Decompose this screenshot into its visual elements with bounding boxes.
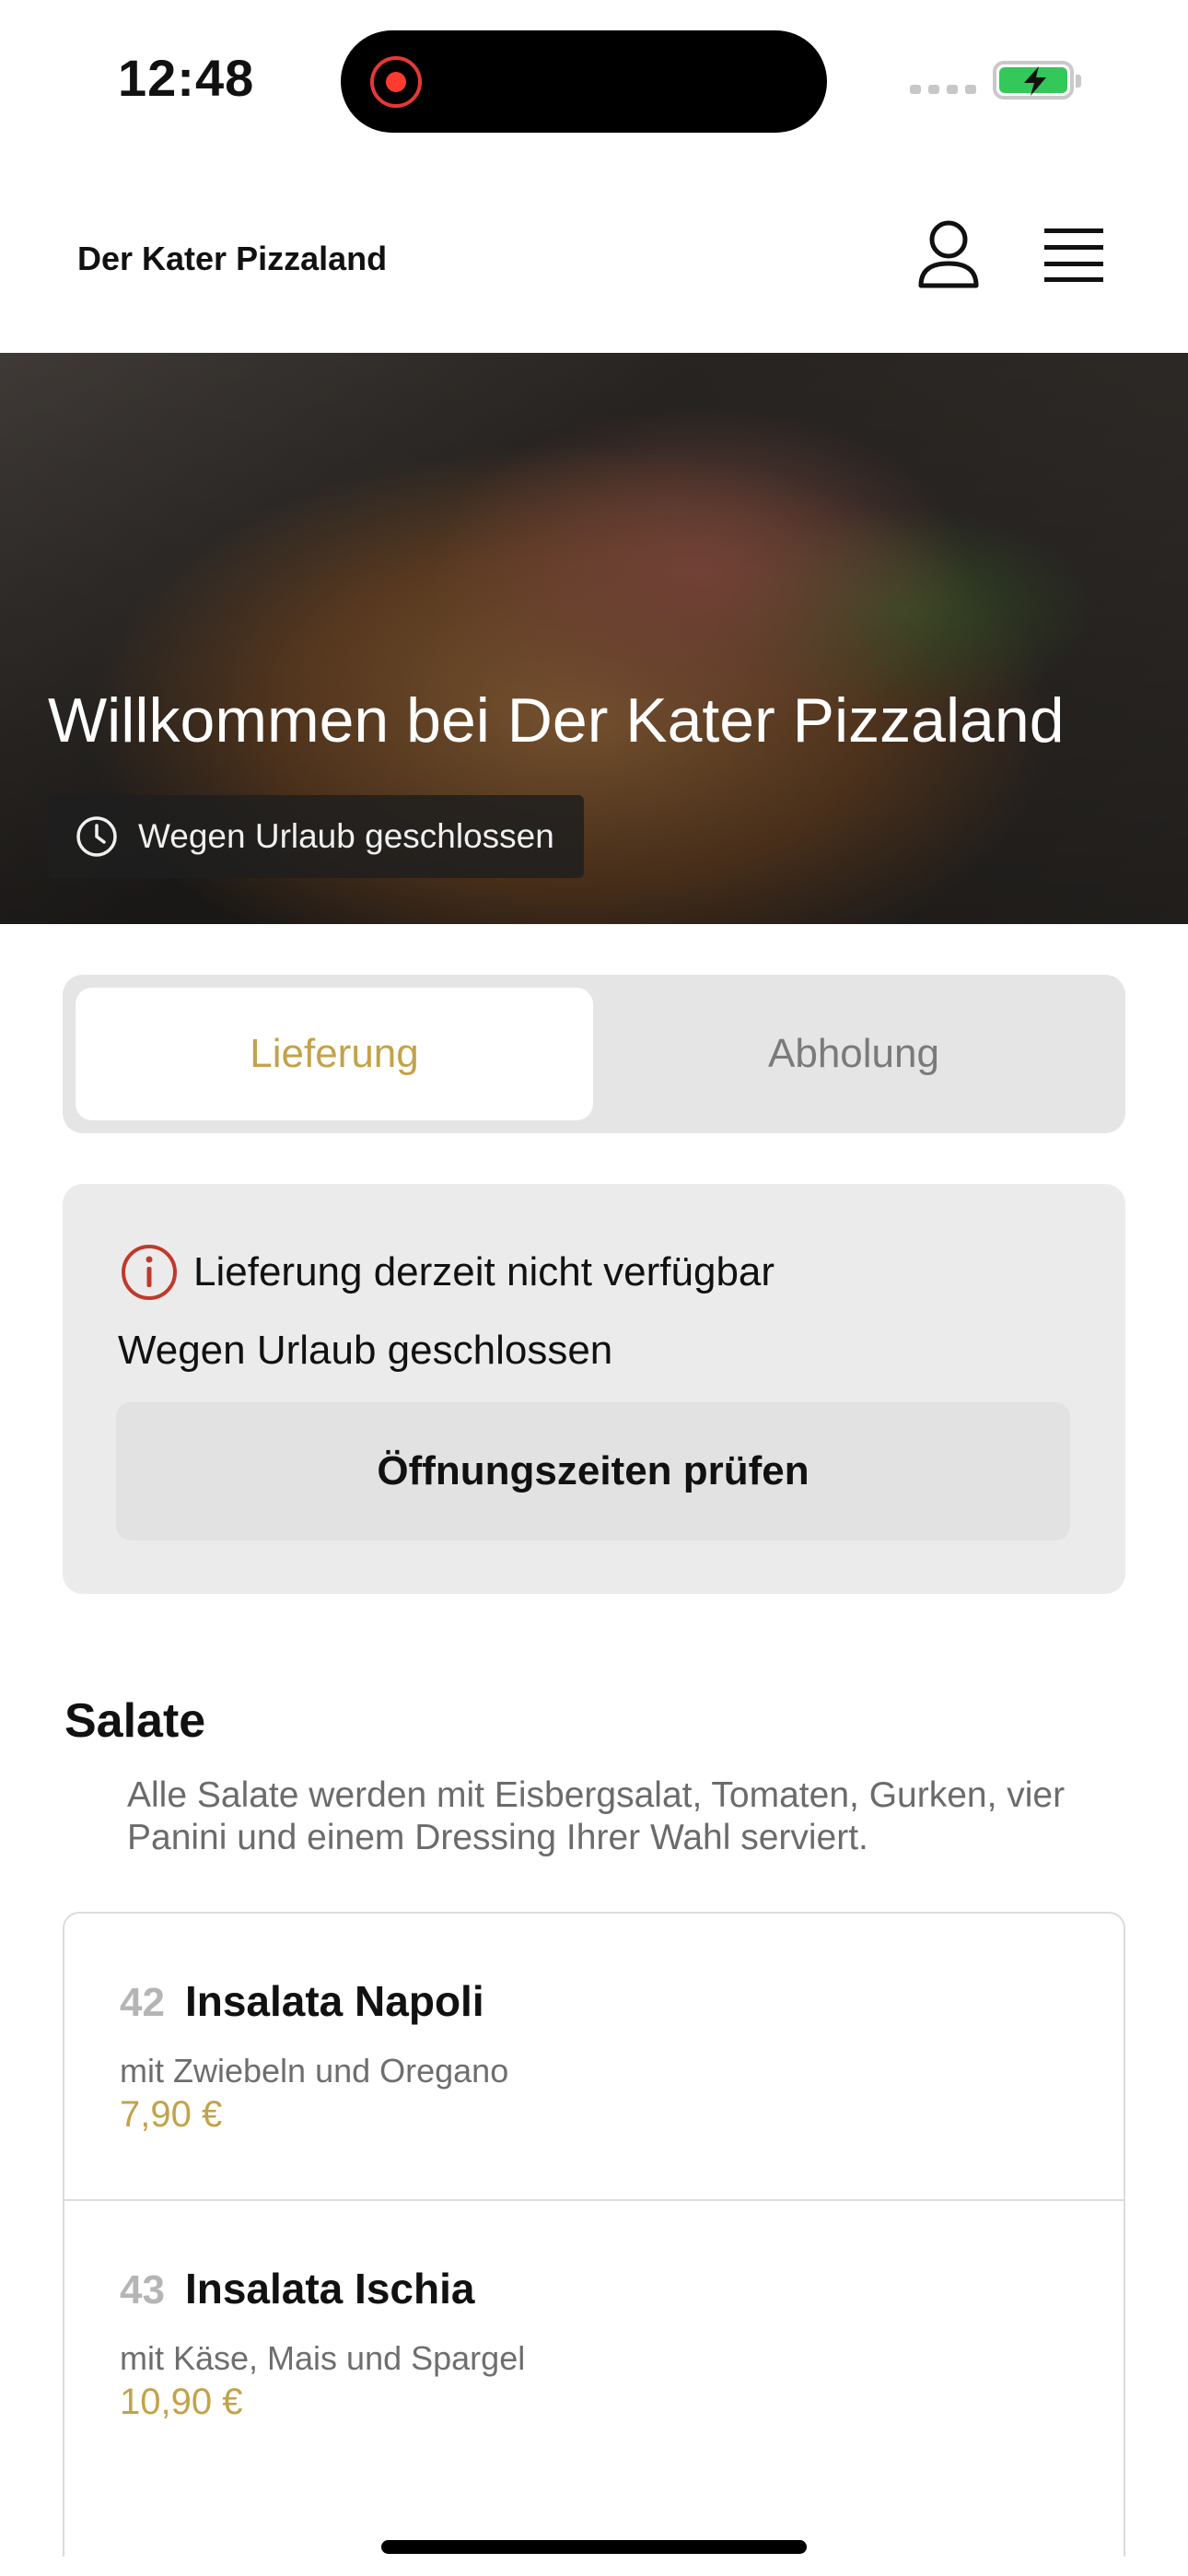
item-name: Insalata Napoli	[184, 1977, 484, 2025]
delivery-unavailable-notice: Lieferung derzeit nicht verfügbar Wegen …	[63, 1184, 1125, 1594]
menu-item[interactable]: 42 Insalata Napoli mit Zwiebeln und Oreg…	[64, 1914, 1124, 2199]
tab-pickup[interactable]: Abholung	[595, 988, 1112, 1120]
notice-header: Lieferung derzeit nicht verfügbar	[120, 1243, 775, 1302]
app-header: Der Kater Pizzaland	[0, 157, 1188, 353]
status-time: 12:48	[118, 49, 255, 107]
menu-item-header: 42 Insalata Napoli	[120, 1976, 484, 2026]
closed-status-text: Wegen Urlaub geschlossen	[138, 817, 554, 855]
status-bar: 12:48	[0, 0, 1188, 157]
clock-icon	[76, 816, 117, 857]
user-outline-icon	[918, 220, 979, 288]
hamburger-menu-icon	[1044, 228, 1103, 282]
menu-button[interactable]	[1041, 225, 1107, 284]
app-screen: 12:48 Der Kater Pizzaland Willkommen bei…	[0, 0, 1188, 2576]
dynamic-island	[341, 30, 827, 133]
tab-delivery[interactable]: Lieferung	[76, 988, 593, 1120]
notice-title: Lieferung derzeit nicht verfügbar	[193, 1249, 775, 1294]
menu-item-header: 43 Insalata Ischia	[120, 2264, 474, 2313]
item-price: 7,90 €	[120, 2094, 223, 2135]
section-title: Salate	[64, 1694, 206, 1748]
screen-recording-icon	[370, 56, 422, 108]
home-indicator[interactable]	[381, 2540, 807, 2554]
check-opening-hours-button[interactable]: Öffnungszeiten prüfen	[116, 1402, 1070, 1540]
closed-status-badge: Wegen Urlaub geschlossen	[48, 795, 584, 878]
menu-item[interactable]: 43 Insalata Ischia mit Käse, Mais und Sp…	[64, 2199, 1124, 2485]
item-number: 42	[120, 1980, 165, 2025]
item-price: 10,90 €	[120, 2382, 243, 2422]
item-number: 43	[120, 2267, 165, 2313]
item-description: mit Zwiebeln und Oregano	[120, 2052, 509, 2090]
welcome-title: Willkommen bei Der Kater Pizzaland	[48, 685, 1065, 755]
item-description: mit Käse, Mais und Spargel	[120, 2339, 526, 2377]
notice-subtitle: Wegen Urlaub geschlossen	[118, 1328, 613, 1373]
cellular-signal-icon	[910, 85, 976, 94]
hero-banner: Willkommen bei Der Kater Pizzaland Wegen…	[0, 353, 1188, 924]
account-button[interactable]	[912, 217, 985, 291]
order-mode-toggle: Lieferung Abholung	[63, 975, 1125, 1133]
info-circle-icon	[122, 1245, 177, 1300]
item-name: Insalata Ischia	[184, 2265, 475, 2313]
menu-item-list: 42 Insalata Napoli mit Zwiebeln und Oreg…	[63, 1912, 1125, 2557]
restaurant-name: Der Kater Pizzaland	[77, 240, 388, 277]
section-description: Alle Salate werden mit Eisbergsalat, Tom…	[127, 1775, 1066, 1857]
battery-charging-icon	[993, 61, 1081, 100]
